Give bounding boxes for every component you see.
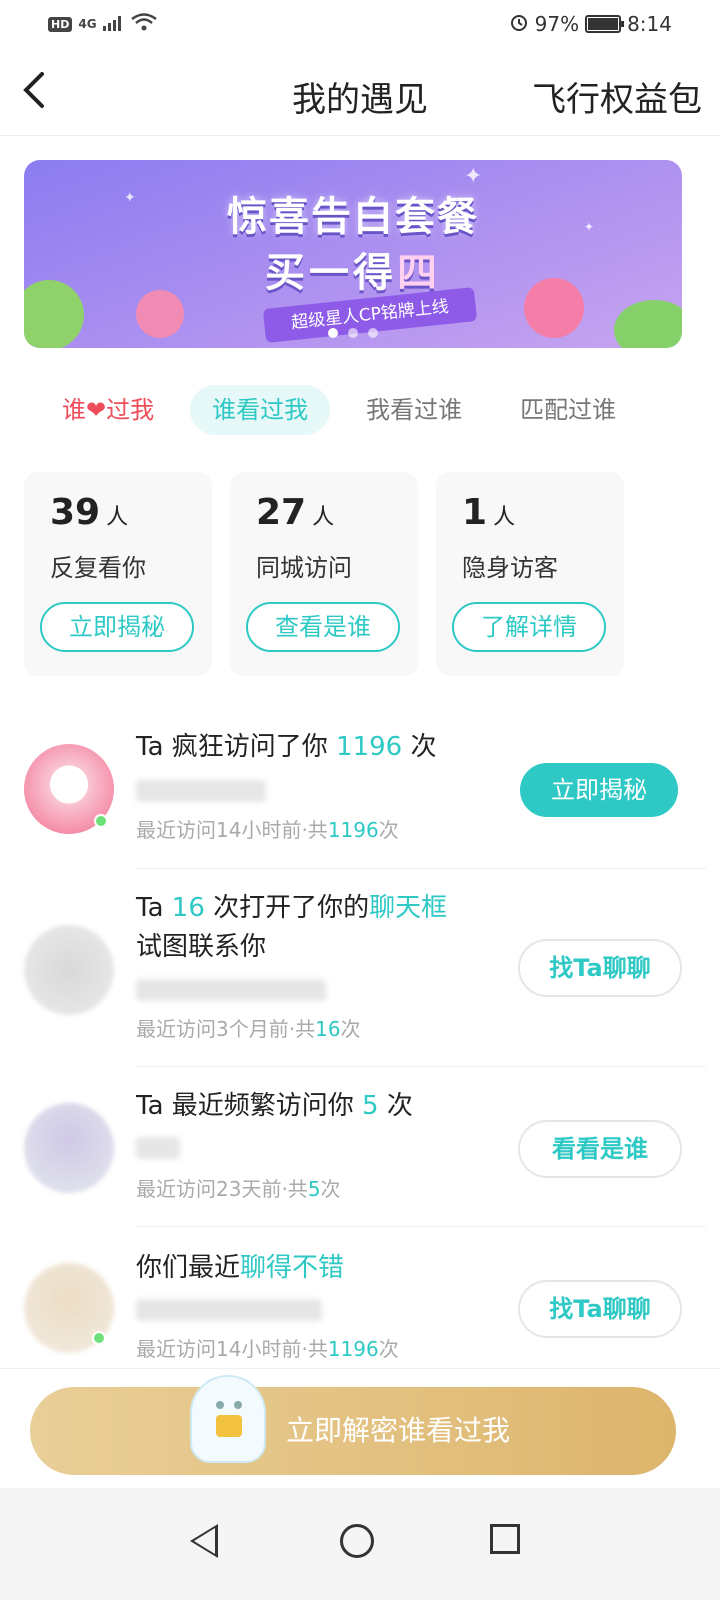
- stat-number: 1人: [462, 492, 516, 533]
- stat-card-invisible: 1人 隐身访客 了解详情: [436, 472, 624, 676]
- stat-number: 39 人: [50, 492, 129, 533]
- tab-who-viewed-me[interactable]: 谁看过我: [190, 385, 331, 435]
- signal-icon: [102, 12, 125, 36]
- visitor-headline: Ta 疯狂访问了你 1196 次: [136, 732, 437, 762]
- see-who-button[interactable]: 看看是谁: [518, 1120, 682, 1178]
- circle-home-icon: [340, 1524, 374, 1558]
- nav-back-button[interactable]: [190, 1524, 230, 1564]
- stat-label: 同城访问: [256, 554, 352, 582]
- visitor-headline: 你们最近聊得不错: [136, 1253, 345, 1283]
- tab-label: 过我: [106, 396, 155, 424]
- network-type: 4G: [78, 17, 97, 31]
- square-recents-icon: [490, 1524, 520, 1554]
- battery-icon: [585, 15, 625, 33]
- battery-percent: 97%: [534, 12, 580, 36]
- chat-button[interactable]: 找Ta聊聊: [518, 939, 682, 997]
- banner-subheadline: 买一得四: [265, 250, 441, 296]
- stat-cards: 39 人 反复看你 立即揭秘 27 人 同城访问 查看是谁 1人 隐身访客 了解详情: [24, 472, 624, 676]
- status-right: 97% 8:14: [509, 12, 672, 37]
- ghost-lock-icon: [190, 1375, 266, 1463]
- reveal-button[interactable]: 立即揭秘: [520, 763, 678, 817]
- bottom-cta-bar: 立即解密谁看过我: [0, 1368, 720, 1488]
- stat-card-same-city: 27 人 同城访问 查看是谁: [230, 472, 418, 676]
- carousel-dot[interactable]: [368, 328, 378, 338]
- leaf-decoration: [614, 300, 682, 348]
- blurred-info: [136, 1137, 180, 1159]
- flight-benefits-link[interactable]: 飞行权益包: [532, 72, 702, 121]
- online-indicator: [94, 814, 108, 828]
- visit-meta: 最近访问14小时前·共1196次: [136, 818, 399, 842]
- carousel-dot[interactable]: [328, 328, 338, 338]
- alarm-icon: [509, 12, 529, 37]
- nav-home-button[interactable]: [340, 1524, 380, 1564]
- lock-icon: [216, 1415, 242, 1437]
- stat-card-repeat: 39 人 反复看你 立即揭秘: [24, 472, 212, 676]
- nav-recents-button[interactable]: [490, 1524, 530, 1564]
- avatar: [24, 925, 114, 1015]
- learn-more-button[interactable]: 了解详情: [452, 602, 606, 652]
- reveal-button[interactable]: 立即揭秘: [40, 602, 194, 652]
- blurred-info: [136, 979, 326, 1001]
- visitor-headline: Ta 最近频繁访问你 5 次: [136, 1091, 413, 1121]
- ghost-eye: [234, 1401, 242, 1409]
- visitor-headline: Ta 16 次打开了你的聊天框: [136, 893, 448, 923]
- chat-button[interactable]: 找Ta聊聊: [518, 1280, 682, 1338]
- stat-label: 隐身访客: [462, 554, 558, 582]
- divider: [136, 868, 706, 869]
- tab-label: 谁: [62, 396, 86, 424]
- status-left: HD 4G: [48, 12, 157, 36]
- status-bar: HD 4G 97% 8:14: [0, 0, 720, 48]
- visitor-headline-line2: 试图联系你: [136, 932, 267, 962]
- banner-headline: 惊喜告白套餐: [227, 194, 479, 240]
- ghost-eye: [216, 1401, 224, 1409]
- online-indicator: [92, 1331, 106, 1345]
- tab-bar: 谁❤过我 谁看过我 我看过谁 匹配过谁: [40, 384, 680, 436]
- divider: [136, 1226, 706, 1227]
- blurred-info: [136, 1299, 322, 1321]
- visit-meta: 最近访问23天前·共5次: [136, 1177, 341, 1201]
- see-who-button[interactable]: 查看是谁: [246, 602, 400, 652]
- visit-meta: 最近访问14小时前·共1196次: [136, 1337, 399, 1361]
- clock: 8:14: [627, 12, 672, 36]
- stat-number: 27 人: [256, 492, 335, 533]
- carousel-dots: [24, 328, 682, 338]
- triangle-back-icon: [190, 1524, 218, 1558]
- carousel-dot[interactable]: [348, 328, 358, 338]
- visit-meta: 最近访问3个月前·共16次: [136, 1017, 361, 1041]
- avatar: [24, 1103, 114, 1193]
- divider: [136, 1066, 706, 1067]
- tab-who-liked-me[interactable]: 谁❤过我: [40, 385, 176, 435]
- hd-badge: HD: [48, 16, 73, 32]
- tab-matched[interactable]: 匹配过谁: [498, 385, 638, 435]
- cta-label: 立即解密谁看过我: [286, 1414, 511, 1447]
- unlock-visitors-button[interactable]: 立即解密谁看过我: [30, 1375, 676, 1475]
- promo-banner[interactable]: ✦ ✦ ✦ 惊喜告白套餐 买一得四 超级星人CP铭牌上线: [24, 160, 682, 348]
- app-header: 我的遇见 飞行权益包: [0, 56, 720, 136]
- blurred-info: [136, 780, 266, 802]
- stat-label: 反复看你: [50, 554, 146, 582]
- tab-i-viewed[interactable]: 我看过谁: [344, 385, 484, 435]
- wifi-icon: [130, 12, 157, 36]
- heart-icon: ❤: [86, 396, 107, 424]
- system-nav-bar: [0, 1488, 720, 1600]
